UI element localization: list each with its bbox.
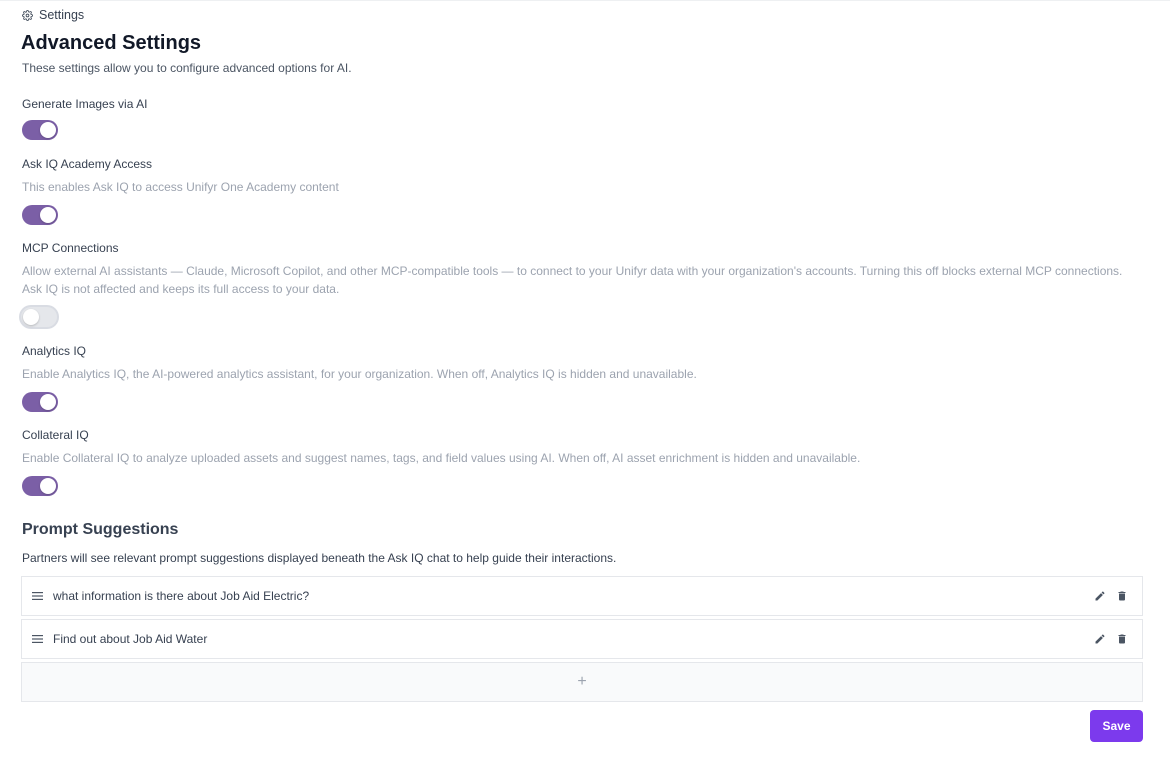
prompt-suggestion-row: Find out about Job Aid Water bbox=[21, 619, 1143, 659]
setting-mcp-connections: MCP Connections Allow external AI assist… bbox=[21, 241, 1132, 327]
setting-generate-images: Generate Images via AI bbox=[22, 97, 147, 140]
mcp-connections-toggle[interactable] bbox=[21, 307, 57, 327]
prompt-suggestion-text: what information is there about Job Aid … bbox=[53, 589, 310, 603]
plus-icon: + bbox=[577, 673, 587, 690]
setting-description: Enable Analytics IQ, the AI-powered anal… bbox=[22, 367, 697, 381]
setting-label: Analytics IQ bbox=[22, 344, 87, 358]
prompt-suggestion-row: what information is there about Job Aid … bbox=[21, 576, 1143, 616]
analytics-iq-toggle[interactable] bbox=[22, 392, 58, 412]
toggle-knob bbox=[23, 309, 39, 325]
prompt-suggestions-description: Partners will see relevant prompt sugges… bbox=[22, 551, 617, 565]
top-divider bbox=[0, 0, 1170, 1]
add-prompt-button[interactable]: + bbox=[21, 662, 1143, 702]
academy-access-toggle[interactable] bbox=[22, 205, 58, 225]
edit-icon[interactable] bbox=[1094, 590, 1106, 602]
setting-collateral-iq: Collateral IQ Enable Collateral IQ to an… bbox=[22, 428, 1132, 496]
gear-icon bbox=[22, 9, 33, 21]
row-actions bbox=[1094, 590, 1128, 602]
toggle-knob bbox=[40, 122, 56, 138]
page-title: Advanced Settings bbox=[21, 32, 202, 54]
setting-label: Collateral IQ bbox=[22, 428, 89, 442]
setting-description: Allow external AI assistants — Claude, M… bbox=[22, 264, 1123, 296]
setting-label: MCP Connections bbox=[22, 241, 119, 255]
page-subtitle: These settings allow you to configure ad… bbox=[22, 61, 352, 75]
setting-description: Enable Collateral IQ to analyze uploaded… bbox=[22, 451, 861, 465]
prompt-suggestion-text: Find out about Job Aid Water bbox=[53, 632, 208, 646]
setting-label: Ask IQ Academy Access bbox=[22, 157, 153, 171]
prompt-suggestions-title: Prompt Suggestions bbox=[22, 521, 179, 538]
generate-images-toggle[interactable] bbox=[22, 120, 58, 140]
breadcrumb-label[interactable]: Settings bbox=[39, 8, 84, 22]
row-actions bbox=[1094, 633, 1128, 645]
setting-academy-access: Ask IQ Academy Access This enables Ask I… bbox=[22, 157, 1132, 225]
delete-icon[interactable] bbox=[1116, 633, 1128, 645]
toggle-knob bbox=[40, 207, 56, 223]
setting-analytics-iq: Analytics IQ Enable Analytics IQ, the AI… bbox=[22, 344, 1132, 412]
save-button[interactable]: Save bbox=[1090, 710, 1143, 742]
breadcrumb: Settings bbox=[22, 8, 84, 22]
delete-icon[interactable] bbox=[1116, 590, 1128, 602]
collateral-iq-toggle[interactable] bbox=[22, 476, 58, 496]
toggle-knob bbox=[40, 478, 56, 494]
edit-icon[interactable] bbox=[1094, 633, 1106, 645]
setting-label: Generate Images via AI bbox=[22, 97, 148, 111]
drag-handle-icon[interactable] bbox=[32, 634, 43, 644]
setting-description: This enables Ask IQ to access Unifyr One… bbox=[22, 180, 339, 194]
toggle-knob bbox=[40, 394, 56, 410]
drag-handle-icon[interactable] bbox=[32, 591, 43, 601]
